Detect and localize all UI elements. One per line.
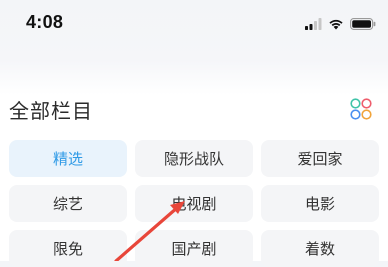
battery-icon (350, 15, 376, 34)
signal-icon (305, 15, 322, 34)
status-icons (305, 15, 376, 34)
status-bar: 4:08 (0, 0, 388, 48)
channel-item[interactable]: 精选 (9, 140, 127, 177)
channel-item[interactable]: 限免 (9, 230, 127, 267)
channel-item[interactable]: 综艺 (9, 185, 127, 222)
channel-item[interactable]: 电视剧 (135, 185, 253, 222)
channel-item[interactable]: 爱回家 (261, 140, 379, 177)
grid-menu-icon[interactable] (350, 98, 372, 120)
section-title: 全部栏目 (9, 99, 93, 123)
wifi-icon (328, 15, 344, 34)
channel-item[interactable]: 电影 (261, 185, 379, 222)
status-time: 4:08 (26, 12, 64, 32)
channel-item[interactable]: 着数 (261, 230, 379, 267)
channel-item[interactable]: 隐形战队 (135, 140, 253, 177)
channel-item[interactable]: 国产剧 (135, 230, 253, 267)
